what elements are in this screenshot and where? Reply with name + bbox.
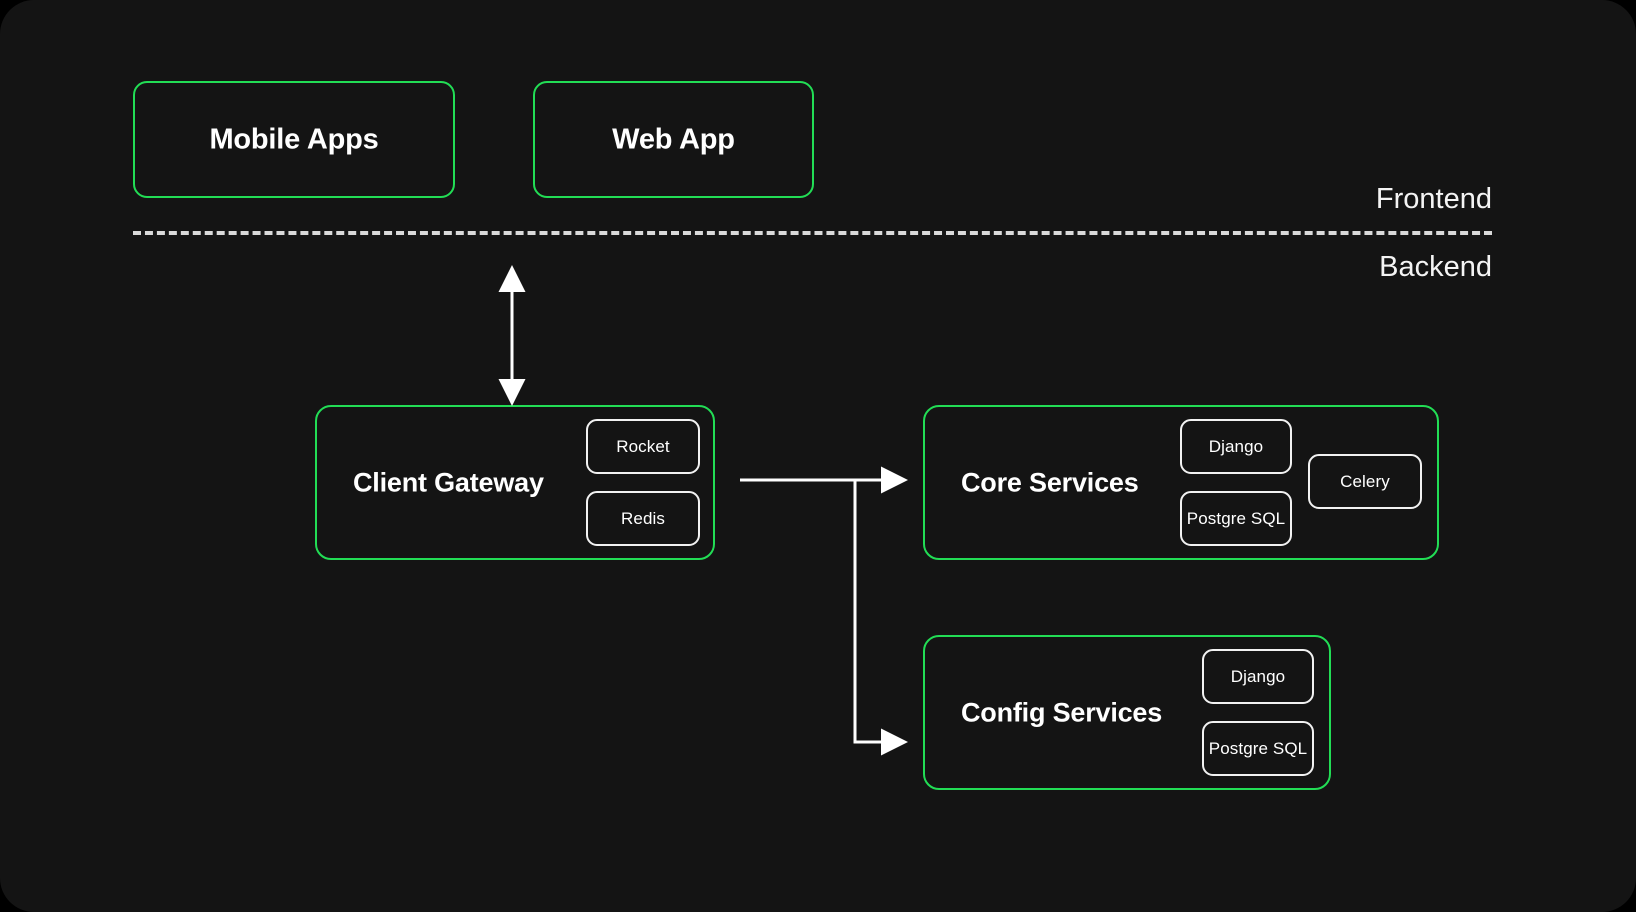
chip-core-postgres-label: Postgre SQL <box>1186 508 1286 528</box>
chip-config-postgres-label: Postgre SQL <box>1208 738 1308 758</box>
node-mobile-apps[interactable]: Mobile Apps <box>133 81 455 198</box>
node-client-gateway-label: Client Gateway <box>353 467 544 497</box>
node-config-services-label: Config Services <box>961 697 1163 727</box>
chip-core-django-label: Django <box>1208 436 1264 456</box>
node-mobile-apps-label: Mobile Apps <box>209 123 379 155</box>
chip-core-celery-label: Celery <box>1340 471 1390 491</box>
zone-label-frontend: Frontend <box>1375 183 1492 215</box>
node-core-services-label: Core Services <box>961 467 1139 497</box>
chip-config-django[interactable]: Django <box>1202 649 1314 704</box>
node-web-app[interactable]: Web App <box>533 81 814 198</box>
chip-redis-label: Redis <box>621 508 665 528</box>
zone-label-backend: Backend <box>1379 251 1492 283</box>
chip-core-django[interactable]: Django <box>1180 419 1292 474</box>
node-web-app-label: Web App <box>612 123 735 155</box>
frontend-backend-divider <box>133 231 1492 235</box>
chip-core-postgres[interactable]: Postgre SQL <box>1180 491 1292 546</box>
chip-core-celery[interactable]: Celery <box>1308 454 1422 509</box>
diagram-canvas: Mobile Apps Web App Frontend Backend Cli… <box>0 0 1636 912</box>
chip-rocket[interactable]: Rocket <box>586 419 700 474</box>
edge-gateway-config <box>853 480 908 756</box>
chip-config-postgres[interactable]: Postgre SQL <box>1202 721 1314 776</box>
chip-config-django-label: Django <box>1230 666 1286 686</box>
chip-rocket-label: Rocket <box>616 436 670 456</box>
chip-redis[interactable]: Redis <box>586 491 700 546</box>
